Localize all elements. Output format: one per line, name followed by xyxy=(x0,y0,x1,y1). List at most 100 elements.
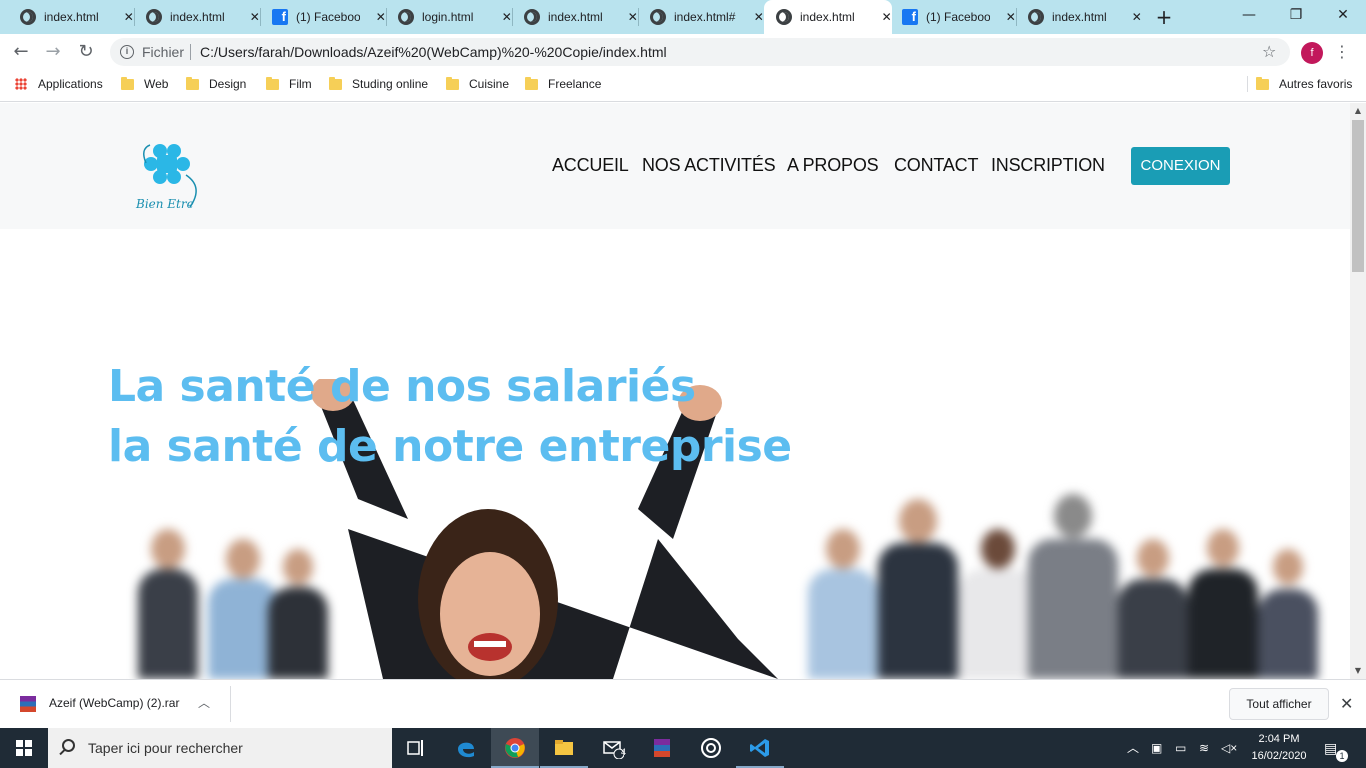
bookmark-folder-freelance[interactable]: Freelance xyxy=(525,70,601,98)
close-tab-icon[interactable]: ✕ xyxy=(754,10,764,24)
tab-strip: index.html ✕ index.html ✕ f (1) Facebook… xyxy=(0,0,1366,34)
chevron-up-icon[interactable]: ︿ xyxy=(198,694,210,711)
network-status-icon[interactable]: ▣ xyxy=(1151,728,1162,768)
tab-9[interactable]: index.html ✕ xyxy=(1008,0,1142,34)
close-shelf-icon[interactable]: ✕ xyxy=(1340,694,1353,713)
bookmark-folder-design[interactable]: Design xyxy=(186,70,246,98)
scrollbar-thumb[interactable] xyxy=(1352,120,1364,272)
bookmark-label: Studing online xyxy=(352,77,429,91)
tray-chevron-up-icon[interactable]: ︿ xyxy=(1127,728,1139,768)
address-bar[interactable]: i Fichier C:/Users/farah/Downloads/Azeif… xyxy=(110,38,1290,66)
system-clock[interactable]: 2:04 PM 16/02/2020 xyxy=(1244,731,1314,765)
tab-7-active[interactable]: index.html ✕ xyxy=(764,0,892,34)
globe-icon xyxy=(1028,9,1044,25)
bookmark-star-icon[interactable]: ☆ xyxy=(1262,42,1276,61)
bookmark-folder-web[interactable]: Web xyxy=(121,70,168,98)
restore-button[interactable]: ❐ xyxy=(1273,0,1319,34)
folder-icon xyxy=(266,76,279,90)
divider xyxy=(190,44,191,60)
bookmark-label: Web xyxy=(144,77,169,91)
nav-a-propos[interactable]: A PROPOS xyxy=(787,155,879,176)
tab-title: (1) Facebook xyxy=(296,10,360,24)
reload-icon[interactable]: ↻ xyxy=(74,40,98,64)
hero-section: La santé de nos salariés la santé de not… xyxy=(108,229,1350,679)
task-view-button[interactable] xyxy=(392,728,440,768)
close-window-button[interactable]: ✕ xyxy=(1320,0,1366,34)
globe-icon xyxy=(20,9,36,25)
globe-icon xyxy=(650,9,666,25)
tab-title: index.html xyxy=(170,10,225,24)
facebook-icon: f xyxy=(902,9,918,25)
vscode-app-button[interactable] xyxy=(736,728,784,768)
bookmark-applications[interactable]: Applications xyxy=(15,70,103,98)
tab-8[interactable]: f (1) Facebook ✕ xyxy=(882,0,1016,34)
info-icon[interactable]: i xyxy=(120,45,134,59)
wifi-icon[interactable]: ≋ xyxy=(1199,728,1209,768)
scroll-down-arrow-icon[interactable]: ▼ xyxy=(1350,663,1366,679)
edge-app-button[interactable] xyxy=(442,728,490,768)
start-button[interactable] xyxy=(0,728,48,768)
show-all-downloads-button[interactable]: Tout afficher xyxy=(1229,688,1329,720)
bookmark-other-favorites[interactable]: Autres favoris xyxy=(1256,70,1352,98)
new-tab-button[interactable]: + xyxy=(1153,6,1175,28)
connexion-button[interactable]: CONEXION xyxy=(1131,147,1230,185)
bookmark-folder-film[interactable]: Film xyxy=(266,70,312,98)
notification-count: 1 xyxy=(1336,750,1348,762)
notifications-icon[interactable]: ▤ xyxy=(1324,728,1337,768)
windows-taskbar: Taper ici pour rechercher 4 ︿ ▣ ▭ ≋ ◁× 2… xyxy=(0,728,1366,768)
clock-time: 2:04 PM xyxy=(1258,733,1300,745)
browser-toolbar: ← → ↻ i Fichier C:/Users/farah/Downloads… xyxy=(0,34,1366,70)
mail-badge: 4 xyxy=(621,747,627,757)
hero-line-2: la santé de notre entreprise xyxy=(108,421,792,472)
tab-2[interactable]: index.html ✕ xyxy=(126,0,260,34)
bookmark-label: Freelance xyxy=(548,77,602,91)
volume-muted-icon[interactable]: ◁× xyxy=(1221,728,1237,768)
url-text[interactable]: C:/Users/farah/Downloads/Azeif%20(WebCam… xyxy=(200,44,667,60)
mail-app-button[interactable]: 4 xyxy=(589,728,637,768)
nav-nos-activites[interactable]: NOS ACTIVITÉS xyxy=(642,155,776,176)
bookmark-label: Film xyxy=(289,77,312,91)
bookmark-label: Design xyxy=(209,77,247,91)
bookmark-folder-cuisine[interactable]: Cuisine xyxy=(446,70,509,98)
edge-icon xyxy=(458,742,474,758)
chrome-icon xyxy=(505,738,525,758)
bookmark-folder-studing-online[interactable]: Studing online xyxy=(329,70,428,98)
close-tab-icon[interactable]: ✕ xyxy=(1132,10,1142,24)
winrar-app-button[interactable] xyxy=(638,728,686,768)
tab-5[interactable]: index.html ✕ xyxy=(504,0,638,34)
minimize-button[interactable]: — xyxy=(1226,0,1272,34)
globe-icon xyxy=(776,9,792,25)
winrar-icon xyxy=(654,739,670,757)
divider xyxy=(1247,76,1248,92)
back-arrow-icon[interactable]: ← xyxy=(9,40,33,64)
task-view-icon xyxy=(407,740,423,756)
hero-line-1: La santé de nos salariés xyxy=(108,361,696,412)
chrome-app-button[interactable] xyxy=(491,728,539,768)
forward-arrow-icon[interactable]: → xyxy=(41,40,65,64)
taskbar-search-box[interactable]: Taper ici pour rechercher xyxy=(48,728,392,768)
page-viewport: Bien Etre ACCUEIL NOS ACTIVITÉS A PROPOS… xyxy=(0,103,1350,679)
nav-contact[interactable]: CONTACT xyxy=(894,155,978,176)
page-scrollbar[interactable]: ▲ ▼ xyxy=(1350,103,1366,679)
battery-icon[interactable]: ▭ xyxy=(1175,728,1186,768)
file-explorer-app-button[interactable] xyxy=(540,728,588,768)
windows-logo-icon xyxy=(16,740,32,756)
nav-inscription[interactable]: INSCRIPTION xyxy=(991,155,1105,176)
url-scheme-label: Fichier xyxy=(142,44,185,60)
tab-title: index.html xyxy=(800,10,855,24)
app-button[interactable] xyxy=(687,728,735,768)
tab-4[interactable]: login.html ✕ xyxy=(378,0,512,34)
profile-avatar[interactable]: f xyxy=(1301,42,1323,64)
tab-6[interactable]: index.html# ✕ xyxy=(630,0,764,34)
kebab-menu-icon[interactable]: ⋮ xyxy=(1334,40,1350,64)
tab-title: index.html xyxy=(1052,10,1107,24)
logo-text: Bien Etre xyxy=(136,197,194,211)
nav-accueil[interactable]: ACCUEIL xyxy=(552,155,629,176)
tab-1[interactable]: index.html ✕ xyxy=(0,0,134,34)
download-item[interactable]: Azeif (WebCamp) (2).rar ︿ xyxy=(0,686,231,722)
tab-3[interactable]: f (1) Facebook ✕ xyxy=(252,0,386,34)
folder-icon xyxy=(446,76,459,90)
scroll-up-arrow-icon[interactable]: ▲ xyxy=(1350,103,1366,119)
vscode-icon xyxy=(750,739,769,757)
site-logo[interactable]: Bien Etre xyxy=(130,137,210,217)
